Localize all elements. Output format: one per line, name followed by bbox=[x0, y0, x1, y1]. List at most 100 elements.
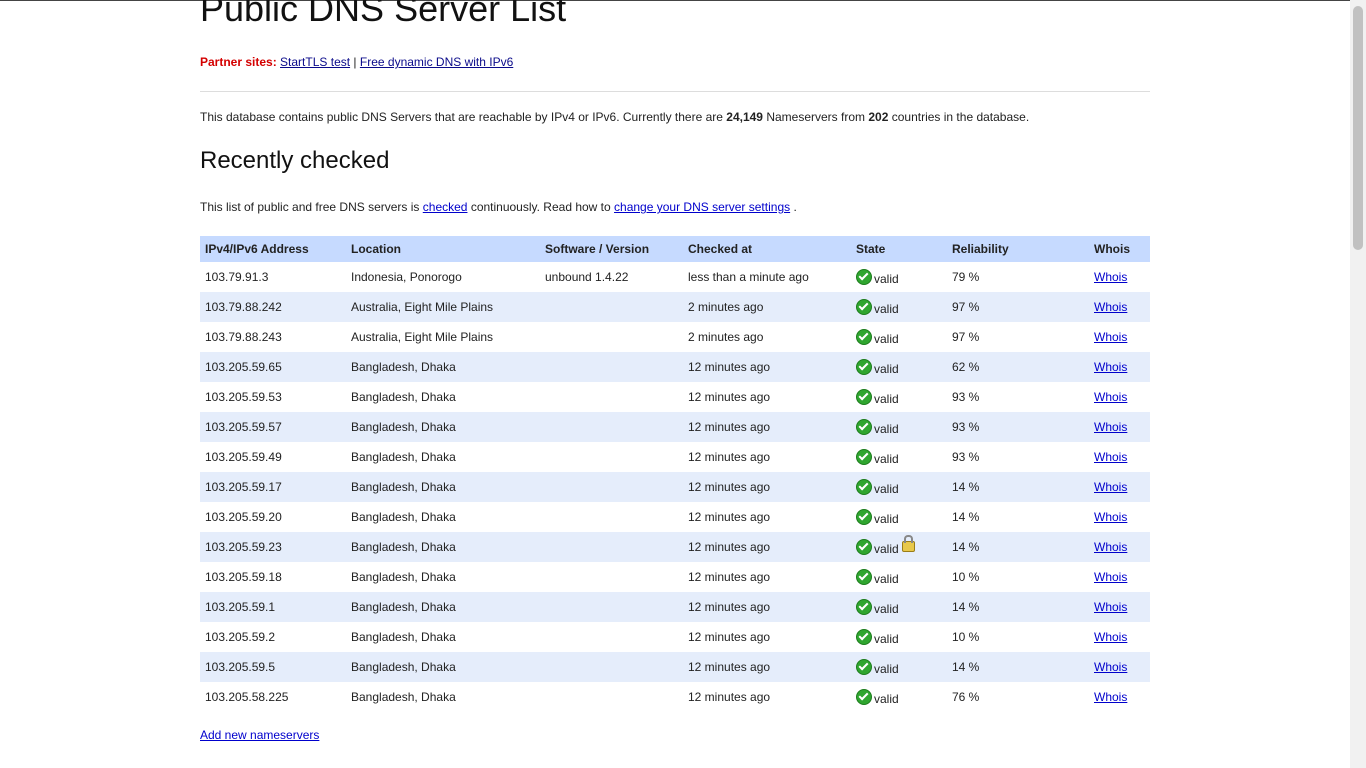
whois-link[interactable]: Whois bbox=[1094, 690, 1127, 704]
check-circle-icon bbox=[856, 628, 872, 645]
state-label: valid bbox=[874, 631, 899, 646]
check-circle-icon bbox=[856, 388, 872, 405]
cell-whois: Whois bbox=[1089, 652, 1150, 682]
whois-link[interactable]: Whois bbox=[1094, 600, 1127, 614]
table-row: 103.205.59.18 Bangladesh, Dhaka 12 minutes… bbox=[200, 562, 1150, 592]
whois-link[interactable]: Whois bbox=[1094, 270, 1127, 284]
table-row: 103.205.58.225 Bangladesh, Dhaka 12 minute… bbox=[200, 682, 1150, 712]
whois-link[interactable]: Whois bbox=[1094, 660, 1127, 674]
whois-link[interactable]: Whois bbox=[1094, 540, 1127, 554]
cell-reliability: 79 % bbox=[952, 270, 980, 284]
cell-location: Bangladesh, Dhaka bbox=[351, 570, 456, 584]
cell-reliability: 62 % bbox=[947, 352, 1089, 382]
cell-software bbox=[540, 532, 683, 562]
starttls-test-link[interactable]: StartTLS test bbox=[280, 55, 350, 69]
cell-location: Bangladesh, Dhaka bbox=[351, 510, 456, 524]
table-row: 103.79.91.3 Indonesia, Ponorogo unbound 1.… bbox=[200, 262, 1150, 292]
cell-address: 103.79.88.242 bbox=[200, 292, 346, 322]
cell-address: 103.205.58.225 bbox=[205, 690, 289, 704]
vertical-scrollbar[interactable] bbox=[1350, 0, 1366, 768]
cell-software bbox=[540, 652, 683, 682]
cell-whois: Whois bbox=[1089, 562, 1150, 592]
nameserver-count: 24,149 bbox=[726, 110, 763, 124]
scrollbar-thumb[interactable] bbox=[1353, 6, 1363, 250]
whois-link[interactable]: Whois bbox=[1094, 300, 1127, 314]
state-label: valid bbox=[874, 601, 899, 616]
table-row: 103.79.88.242 Australia, Eight Mile Plain… bbox=[200, 292, 1150, 322]
whois-link[interactable]: Whois bbox=[1094, 330, 1127, 344]
state-label: valid bbox=[874, 661, 899, 676]
cell-address: 103.205.59.57 bbox=[200, 412, 346, 442]
check-circle-icon bbox=[856, 358, 872, 375]
cell-checked-at: 12 minutes ago bbox=[688, 690, 771, 704]
cell-software: unbound 1.4.22 bbox=[545, 270, 629, 284]
cell-state: valid bbox=[851, 352, 947, 382]
cell-location: Bangladesh, Dhaka bbox=[346, 412, 540, 442]
cell-location: Bangladesh, Dhaka bbox=[346, 472, 540, 502]
table-row: 103.205.59.17 Bangladesh, Dhaka 12 minutes… bbox=[200, 472, 1150, 502]
cell-address: 103.205.59.18 bbox=[205, 570, 282, 584]
dynamic-dns-link[interactable]: Free dynamic DNS with IPv6 bbox=[360, 55, 513, 69]
whois-link[interactable]: Whois bbox=[1094, 630, 1127, 644]
cell-whois: Whois bbox=[1089, 382, 1150, 412]
cell-checked-at: 12 minutes ago bbox=[683, 592, 851, 622]
cell-checked-at: 2 minutes ago bbox=[683, 292, 851, 322]
check-circle-icon bbox=[856, 658, 872, 675]
cell-address: 103.205.59.65 bbox=[200, 352, 346, 382]
header-address: IPv4/IPv6 Address bbox=[200, 236, 346, 262]
cell-address: 103.205.59.20 bbox=[205, 510, 282, 524]
add-nameservers-link[interactable]: Add new nameservers bbox=[200, 728, 319, 742]
whois-link[interactable]: Whois bbox=[1094, 390, 1127, 404]
cell-reliability: 14 % bbox=[947, 472, 1089, 502]
cell-state: valid bbox=[851, 652, 947, 682]
whois-link[interactable]: Whois bbox=[1094, 510, 1127, 524]
check-circle-icon bbox=[856, 598, 872, 615]
state-label: valid bbox=[874, 331, 899, 346]
database-intro: This database contains public DNS Server… bbox=[200, 110, 1029, 124]
cell-checked-at: 12 minutes ago bbox=[688, 630, 771, 644]
section-title: Recently checked bbox=[200, 147, 390, 174]
whois-link[interactable]: Whois bbox=[1094, 570, 1127, 584]
cell-software bbox=[540, 472, 683, 502]
cell-whois: Whois bbox=[1089, 682, 1150, 712]
cell-address: 103.205.59.23 bbox=[200, 532, 346, 562]
header-software: Software / Version bbox=[540, 236, 683, 262]
check-circle-icon bbox=[856, 508, 872, 525]
state-label: valid bbox=[874, 691, 899, 706]
change-dns-settings-link[interactable]: change your DNS server settings bbox=[614, 200, 790, 214]
cell-reliability: 97 % bbox=[952, 330, 980, 344]
state-label: valid bbox=[874, 301, 899, 316]
cell-whois: Whois bbox=[1089, 262, 1150, 292]
intro-text-end: countries in the database. bbox=[891, 110, 1030, 124]
cell-reliability: 14 % bbox=[947, 592, 1089, 622]
whois-link[interactable]: Whois bbox=[1094, 360, 1127, 374]
cell-address: 103.205.59.49 bbox=[205, 450, 282, 464]
partner-separator: | bbox=[353, 55, 357, 69]
checked-link[interactable]: checked bbox=[423, 200, 468, 214]
cell-address: 103.205.59.53 bbox=[205, 390, 282, 404]
cell-address: 103.205.59.17 bbox=[200, 472, 346, 502]
header-location: Location bbox=[346, 236, 540, 262]
table-row: 103.205.59.23 Bangladesh, Dhaka 12 minutes… bbox=[200, 532, 1150, 562]
table-row: 103.205.59.1 Bangladesh, Dhaka 12 minutes … bbox=[200, 592, 1150, 622]
check-circle-icon bbox=[856, 478, 872, 495]
cell-location: Bangladesh, Dhaka bbox=[346, 652, 540, 682]
cell-state: valid bbox=[851, 472, 947, 502]
whois-link[interactable]: Whois bbox=[1094, 450, 1127, 464]
cell-location: Bangladesh, Dhaka bbox=[346, 532, 540, 562]
cell-location: Bangladesh, Dhaka bbox=[351, 390, 456, 404]
table-row: 103.79.88.243 Australia, Eight Mile Plain… bbox=[200, 322, 1150, 352]
cell-reliability: 14 % bbox=[947, 532, 1089, 562]
cell-whois: Whois bbox=[1089, 412, 1150, 442]
state-label: valid bbox=[874, 271, 899, 286]
state-label: valid bbox=[874, 511, 899, 526]
whois-link[interactable]: Whois bbox=[1094, 480, 1127, 494]
header-whois: Whois bbox=[1089, 236, 1150, 262]
check-circle-icon bbox=[856, 268, 872, 285]
whois-link[interactable]: Whois bbox=[1094, 420, 1127, 434]
cell-software bbox=[540, 622, 683, 652]
cell-checked-at: 12 minutes ago bbox=[688, 450, 771, 464]
state-label: valid bbox=[874, 361, 899, 376]
checked-text-mid: continuously. Read how to bbox=[470, 200, 611, 214]
cell-checked-at: 12 minutes ago bbox=[688, 570, 771, 584]
